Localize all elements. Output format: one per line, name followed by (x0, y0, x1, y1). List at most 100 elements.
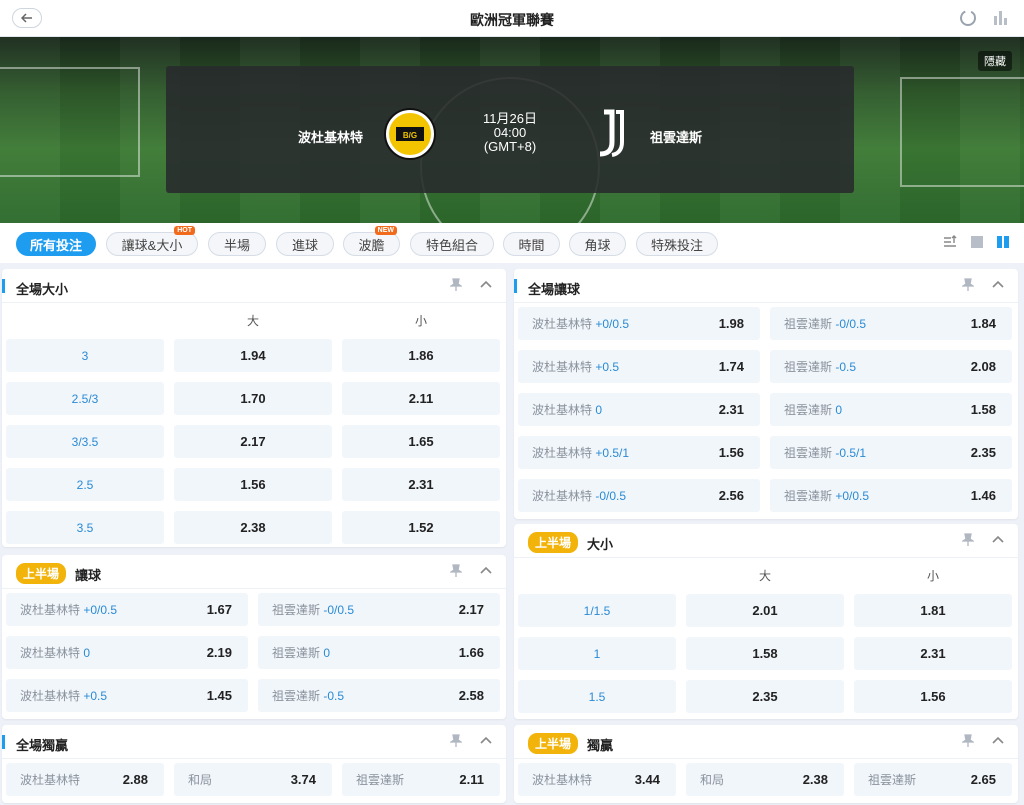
odds-over[interactable]: 1.58 (686, 637, 844, 670)
match-timezone: (GMT+8) (483, 139, 537, 154)
odds-home[interactable]: 波杜基林特 +0.5 1.74 (518, 350, 760, 383)
tab-specials-combo[interactable]: 特色組合 (410, 232, 494, 256)
over-header: 大 (246, 314, 259, 328)
ou-line: 2.5/3 (6, 382, 164, 415)
odds-away[interactable]: 祖雲達斯 -0.5 2.08 (770, 350, 1012, 383)
tab-time[interactable]: 時間 (503, 232, 560, 256)
pin-icon[interactable] (450, 278, 462, 292)
away-team-logo (599, 109, 624, 157)
odds-away[interactable]: 祖雲達斯 -0/0.5 2.17 (258, 593, 500, 626)
tab-special-bets[interactable]: 特殊投注 (636, 232, 718, 256)
chevron-up-icon[interactable] (480, 278, 492, 292)
panel-title: 獨贏 (587, 738, 614, 753)
odds-home[interactable]: 波杜基林特 +0.5 1.45 (6, 679, 248, 712)
odds-under[interactable]: 1.56 (854, 680, 1012, 713)
hot-badge: HOT (174, 226, 195, 235)
odds-under[interactable]: 1.86 (342, 339, 500, 372)
svg-text:B/G: B/G (403, 131, 417, 140)
chevron-up-icon[interactable] (992, 278, 1004, 292)
odds-draw[interactable]: 和局 3.74 (174, 763, 332, 796)
panel-ft-1x2: 全場獨贏 波杜基林特 2.88 和局 3.74 祖雲達斯 2.11 (2, 725, 506, 803)
panel-title: 全場大小 (16, 282, 69, 297)
page-title: 歐洲冠軍聯賽 (470, 12, 554, 28)
new-badge: NEW (374, 226, 397, 235)
chevron-up-icon[interactable] (480, 564, 492, 578)
odds-away-win[interactable]: 祖雲達斯 2.11 (342, 763, 500, 796)
pin-icon[interactable] (962, 533, 974, 547)
odds-home[interactable]: 波杜基林特 +0/0.5 1.98 (518, 307, 760, 340)
pin-icon[interactable] (962, 278, 974, 292)
under-header: 小 (414, 314, 427, 328)
odds-over[interactable]: 2.35 (686, 680, 844, 713)
odds-draw[interactable]: 和局 2.38 (686, 763, 844, 796)
collapse-all-icon[interactable] (942, 234, 958, 250)
odds-away[interactable]: 祖雲達斯 -0/0.5 1.84 (770, 307, 1012, 340)
odds-home-win[interactable]: 波杜基林特 3.44 (518, 763, 676, 796)
match-hero: 隱藏 波杜基林特 B/G 11月26日 04:00 (GMT+8) 祖雲達斯 (0, 37, 1024, 223)
pin-icon[interactable] (450, 564, 462, 578)
under-header: 小 (926, 569, 939, 583)
first-half-badge: 上半場 (16, 563, 67, 584)
pin-icon[interactable] (962, 734, 974, 748)
odds-over[interactable]: 1.56 (174, 468, 332, 501)
odds-over[interactable]: 2.17 (174, 425, 332, 458)
panel-ft-handicap: 全場讓球 波杜基林特 +0/0.5 1.98 祖雲達斯 -0/0.5 1.84 波杜… (514, 269, 1018, 519)
odds-over[interactable]: 2.01 (686, 594, 844, 627)
ou-line: 3.5 (6, 511, 164, 544)
odds-away[interactable]: 祖雲達斯 -0.5/1 2.35 (770, 436, 1012, 469)
odds-home[interactable]: 波杜基林特 +0.5/1 1.56 (518, 436, 760, 469)
panel-title: 讓球 (75, 568, 102, 583)
ou-line: 2.5 (6, 468, 164, 501)
panel-ht-1x2: 上半場 獨贏 波杜基林特 3.44 和局 2.38 祖雲達斯 2.65 (514, 725, 1018, 803)
odds-away[interactable]: 祖雲達斯 +0/0.5 1.46 (770, 479, 1012, 512)
tab-goals[interactable]: 進球 (276, 232, 334, 256)
odds-over[interactable]: 2.38 (174, 511, 332, 544)
first-half-badge: 上半場 (528, 733, 579, 754)
tab-handicap-ou[interactable]: 讓球&大小 HOT (106, 226, 198, 256)
hide-button[interactable]: 隱藏 (978, 51, 1012, 71)
tab-corners[interactable]: 角球 (569, 232, 626, 256)
odds-away-win[interactable]: 祖雲達斯 2.65 (854, 763, 1012, 796)
chevron-up-icon[interactable] (480, 734, 492, 748)
chevron-up-icon[interactable] (992, 533, 1004, 547)
odds-home[interactable]: 波杜基林特 0 2.31 (518, 393, 760, 426)
first-half-badge: 上半場 (528, 532, 579, 553)
ou-line: 1 (518, 637, 676, 670)
panel-title: 大小 (587, 537, 614, 552)
tab-correct-score[interactable]: 波膽 NEW (343, 226, 400, 256)
ou-line: 3/3.5 (6, 425, 164, 458)
bar-chart-icon[interactable] (992, 8, 1010, 26)
odds-home-win[interactable]: 波杜基林特 2.88 (6, 763, 164, 796)
over-header: 大 (758, 569, 771, 583)
tab-all-bets[interactable]: 所有投注 (16, 232, 96, 256)
odds-home[interactable]: 波杜基林特 +0/0.5 1.67 (6, 593, 248, 626)
odds-under[interactable]: 2.31 (854, 637, 1012, 670)
ou-line: 1.5 (518, 680, 676, 713)
bet-filter-tabs: 所有投注 讓球&大小 HOT 半場 進球 波膽 NEW 特色組合 時間 角球 特殊投… (0, 223, 1024, 263)
odds-away[interactable]: 祖雲達斯 0 1.58 (770, 393, 1012, 426)
pin-icon[interactable] (450, 734, 462, 748)
ou-line: 1/1.5 (518, 594, 676, 627)
odds-over[interactable]: 1.70 (174, 382, 332, 415)
odds-under[interactable]: 2.11 (342, 382, 500, 415)
home-team-logo: B/G (386, 110, 434, 158)
odds-away[interactable]: 祖雲達斯 -0.5 2.58 (258, 679, 500, 712)
panel-title: 全場獨贏 (16, 738, 69, 753)
panel-ht-handicap: 上半場 讓球 波杜基林特 +0/0.5 1.67 祖雲達斯 -0/0.5 2.17 … (2, 555, 506, 719)
odds-home[interactable]: 波杜基林特 0 2.19 (6, 636, 248, 669)
single-column-icon[interactable] (970, 235, 984, 249)
odds-under[interactable]: 2.31 (342, 468, 500, 501)
odds-home[interactable]: 波杜基林特 -0/0.5 2.56 (518, 479, 760, 512)
panel-title: 全場讓球 (528, 282, 581, 297)
odds-over[interactable]: 1.94 (174, 339, 332, 372)
home-team-name: 波杜基林特 (298, 130, 364, 145)
odds-away[interactable]: 祖雲達斯 0 1.66 (258, 636, 500, 669)
two-column-icon[interactable] (996, 235, 1010, 249)
odds-under[interactable]: 1.81 (854, 594, 1012, 627)
odds-under[interactable]: 1.65 (342, 425, 500, 458)
tab-half[interactable]: 半場 (208, 232, 266, 256)
match-date: 11月26日 (483, 111, 537, 126)
chevron-up-icon[interactable] (992, 734, 1004, 748)
refresh-icon[interactable] (958, 8, 978, 28)
odds-under[interactable]: 1.52 (342, 511, 500, 544)
